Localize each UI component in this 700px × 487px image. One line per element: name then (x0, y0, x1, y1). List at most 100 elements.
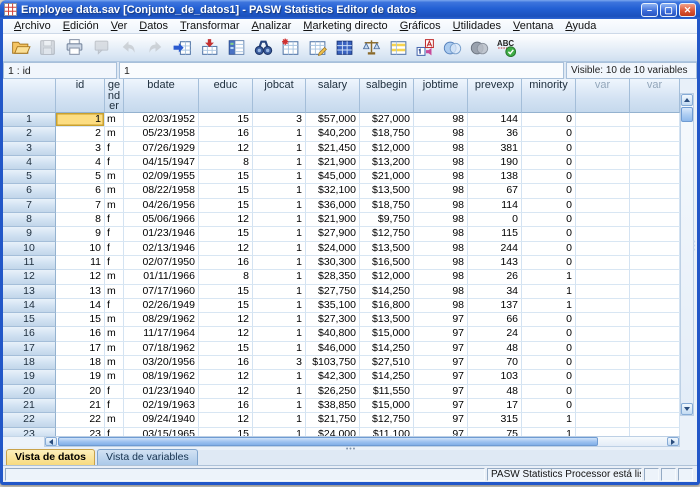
cell-salary[interactable]: $46,000 (306, 342, 360, 356)
cell-educ[interactable]: 12 (199, 242, 253, 256)
cell-salary[interactable]: $26,250 (306, 385, 360, 399)
cell-bdate[interactable]: 07/17/1960 (124, 285, 199, 299)
cell-prevexp[interactable]: 137 (468, 299, 522, 313)
cell-minority[interactable]: 0 (522, 156, 576, 170)
cell-gender[interactable]: m (105, 270, 124, 284)
row-number[interactable]: 16 (3, 327, 56, 341)
cell-id[interactable]: 9 (56, 227, 105, 241)
cell-bdate[interactable]: 09/24/1940 (124, 413, 199, 427)
row-number[interactable]: 23 (3, 428, 56, 436)
cell-var2[interactable] (630, 313, 680, 327)
cell-minority[interactable]: 1 (522, 299, 576, 313)
cell-bdate[interactable]: 07/18/1962 (124, 342, 199, 356)
cell-educ[interactable]: 15 (199, 299, 253, 313)
cell-var1[interactable] (576, 385, 630, 399)
cell-jobtime[interactable]: 97 (414, 356, 468, 370)
cell-id[interactable]: 21 (56, 399, 105, 413)
cell-salary[interactable]: $28,350 (306, 270, 360, 284)
row-number[interactable]: 12 (3, 270, 56, 284)
row-number[interactable]: 1 (3, 113, 56, 127)
cell-bdate[interactable]: 02/13/1946 (124, 242, 199, 256)
cell-salary[interactable]: $57,000 (306, 113, 360, 127)
column-header-prevexp[interactable]: prevexp (468, 79, 522, 113)
cell-minority[interactable]: 1 (522, 428, 576, 436)
spell-check-button[interactable]: ABC (493, 35, 520, 60)
cell-id[interactable]: 23 (56, 428, 105, 436)
cell-gender[interactable]: f (105, 385, 124, 399)
cell-educ[interactable]: 16 (199, 127, 253, 141)
cell-jobcat[interactable]: 1 (253, 342, 306, 356)
cell-salary[interactable]: $35,100 (306, 299, 360, 313)
cell-prevexp[interactable]: 24 (468, 327, 522, 341)
minimize-button[interactable]: – (641, 3, 658, 17)
cell-gender[interactable]: m (105, 342, 124, 356)
cell-var1[interactable] (576, 156, 630, 170)
cell-jobcat[interactable]: 1 (253, 256, 306, 270)
cell-id[interactable]: 10 (56, 242, 105, 256)
row-number[interactable]: 4 (3, 156, 56, 170)
cell-var2[interactable] (630, 270, 680, 284)
cell-salbegin[interactable]: $11,100 (360, 428, 414, 436)
cell-educ[interactable]: 15 (199, 342, 253, 356)
split-file-button[interactable] (331, 35, 358, 60)
cell-gender[interactable]: m (105, 327, 124, 341)
cell-minority[interactable]: 0 (522, 356, 576, 370)
cell-jobcat[interactable]: 1 (253, 285, 306, 299)
cell-minority[interactable]: 0 (522, 242, 576, 256)
cell-salary[interactable]: $27,300 (306, 313, 360, 327)
row-number[interactable]: 3 (3, 142, 56, 156)
cell-jobtime[interactable]: 98 (414, 256, 468, 270)
menu-ver[interactable]: Ver (105, 19, 134, 33)
cell-var2[interactable] (630, 356, 680, 370)
cell-prevexp[interactable]: 244 (468, 242, 522, 256)
cell-jobcat[interactable]: 1 (253, 156, 306, 170)
cell-prevexp[interactable]: 66 (468, 313, 522, 327)
cell-jobtime[interactable]: 98 (414, 285, 468, 299)
cell-prevexp[interactable]: 67 (468, 184, 522, 198)
cell-id[interactable]: 2 (56, 127, 105, 141)
cell-prevexp[interactable]: 34 (468, 285, 522, 299)
cell-id[interactable]: 8 (56, 213, 105, 227)
cell-educ[interactable]: 15 (199, 184, 253, 198)
cell-prevexp[interactable]: 103 (468, 370, 522, 384)
cell-bdate[interactable]: 02/07/1950 (124, 256, 199, 270)
horizontal-scroll-thumb[interactable] (58, 437, 598, 446)
menu-transformar[interactable]: Transformar (174, 19, 246, 33)
cell-var1[interactable] (576, 413, 630, 427)
cell-minority[interactable]: 1 (522, 270, 576, 284)
cell-jobtime[interactable]: 97 (414, 413, 468, 427)
cell-var1[interactable] (576, 356, 630, 370)
cell-var2[interactable] (630, 184, 680, 198)
column-header-salary[interactable]: salary (306, 79, 360, 113)
cell-salary[interactable]: $40,200 (306, 127, 360, 141)
cell-jobcat[interactable]: 1 (253, 142, 306, 156)
cell-minority[interactable]: 0 (522, 327, 576, 341)
row-number[interactable]: 17 (3, 342, 56, 356)
cell-var1[interactable] (576, 213, 630, 227)
cell-jobcat[interactable]: 1 (253, 227, 306, 241)
cell-prevexp[interactable]: 115 (468, 227, 522, 241)
cell-prevexp[interactable]: 75 (468, 428, 522, 436)
cell-bdate[interactable]: 04/15/1947 (124, 156, 199, 170)
cell-id[interactable]: 11 (56, 256, 105, 270)
show-all-variables-button[interactable] (466, 35, 493, 60)
cell-prevexp[interactable]: 381 (468, 142, 522, 156)
cell-id[interactable]: 19 (56, 370, 105, 384)
cell-jobtime[interactable]: 98 (414, 242, 468, 256)
maximize-button[interactable]: ▢ (660, 3, 677, 17)
cell-prevexp[interactable]: 17 (468, 399, 522, 413)
open-file-button[interactable] (7, 35, 34, 60)
cell-bdate[interactable]: 05/06/1966 (124, 213, 199, 227)
cell-bdate[interactable]: 02/26/1949 (124, 299, 199, 313)
cell-id[interactable]: 7 (56, 199, 105, 213)
cell-salary[interactable]: $21,750 (306, 413, 360, 427)
cell-var1[interactable] (576, 113, 630, 127)
cell-jobtime[interactable]: 98 (414, 299, 468, 313)
cell-educ[interactable]: 12 (199, 413, 253, 427)
cell-var2[interactable] (630, 327, 680, 341)
cell-bdate[interactable]: 04/26/1956 (124, 199, 199, 213)
cell-prevexp[interactable]: 114 (468, 199, 522, 213)
menu-edici-n[interactable]: Edición (57, 19, 105, 33)
cell-salbegin[interactable]: $16,800 (360, 299, 414, 313)
row-number[interactable]: 2 (3, 127, 56, 141)
